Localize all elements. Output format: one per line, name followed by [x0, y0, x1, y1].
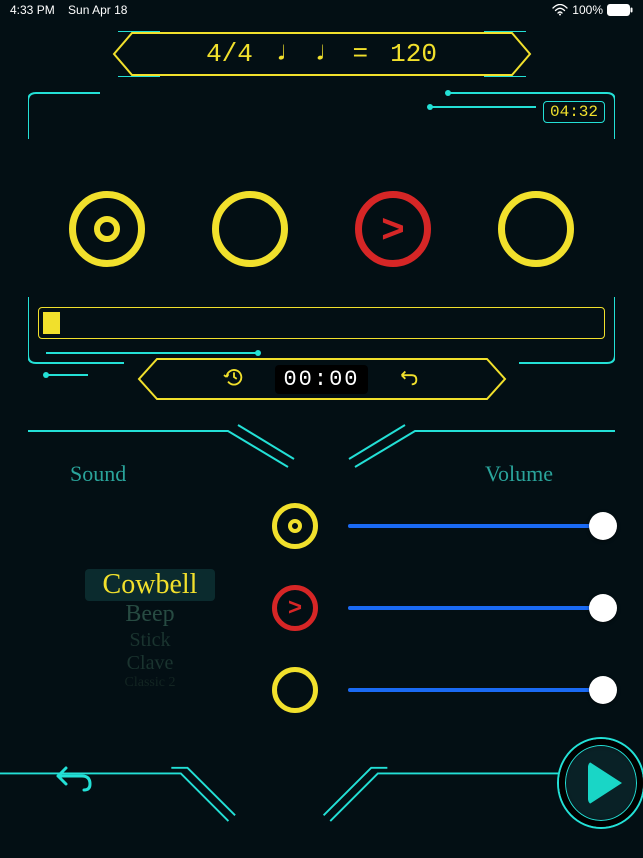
sound-option[interactable]: Stick: [129, 629, 170, 652]
volume-slider-3[interactable]: [348, 676, 603, 704]
timer-display: 00:00: [275, 365, 367, 394]
volume-column: >: [272, 497, 603, 713]
volume-slider-1[interactable]: [348, 512, 603, 540]
sound-option[interactable]: Classic 2: [125, 675, 176, 691]
note-icon: ♩: [314, 40, 331, 68]
volume-slider-2[interactable]: [348, 594, 603, 622]
status-right: 100%: [552, 3, 633, 17]
status-time: 4:33 PM: [10, 3, 55, 17]
beat-1[interactable]: [69, 191, 145, 267]
history-icon[interactable]: [223, 366, 245, 393]
volume-row-3: [272, 667, 603, 713]
battery-icon: [607, 4, 633, 16]
status-date: Sun Apr 18: [68, 3, 127, 17]
equals-sign: =: [353, 39, 369, 69]
beat-4[interactable]: [498, 191, 574, 267]
play-zone: [0, 728, 643, 838]
beat-accent-ring-icon: [94, 216, 120, 242]
sound-option[interactable]: Clave: [127, 652, 174, 675]
sound-volume-section: Cowbell Beep Stick Clave Classic 2 >: [40, 497, 603, 713]
beat-3[interactable]: >: [355, 191, 431, 267]
time-signature: 4/4: [206, 39, 253, 69]
beats-row: >: [28, 191, 615, 267]
progress-fill: [43, 312, 60, 334]
timer-bar: 00:00: [137, 357, 507, 401]
volume-row-2: >: [272, 585, 603, 631]
accent-ring-icon[interactable]: [272, 503, 318, 549]
progress-bar[interactable]: [38, 307, 605, 339]
divider: [28, 423, 615, 469]
beat-2[interactable]: [212, 191, 288, 267]
sound-option-selected[interactable]: Cowbell: [85, 569, 216, 601]
status-bar: 4:33 PM Sun Apr 18 100%: [0, 0, 643, 17]
note-icon: ♩: [275, 40, 292, 68]
sound-option[interactable]: Beep: [125, 601, 174, 629]
accent-gt-icon[interactable]: >: [272, 585, 318, 631]
battery-pct: 100%: [572, 3, 603, 17]
plain-beat-icon[interactable]: [272, 667, 318, 713]
sound-picker[interactable]: Cowbell Beep Stick Clave Classic 2: [40, 497, 260, 713]
play-icon: [588, 761, 622, 805]
wifi-icon: [552, 4, 568, 16]
back-button[interactable]: [54, 762, 94, 792]
metronome-panel: 04:32 > 00:00: [28, 87, 615, 397]
play-button[interactable]: [559, 739, 643, 827]
session-time: 04:32: [543, 101, 605, 123]
undo-icon[interactable]: [398, 366, 420, 393]
bpm-value: 120: [390, 39, 437, 69]
tempo-bar[interactable]: 4/4 ♩ ♩ = 120: [112, 31, 532, 77]
beat-accent-icon: >: [381, 209, 404, 249]
volume-row-1: [272, 503, 603, 549]
status-left: 4:33 PM Sun Apr 18: [10, 3, 127, 17]
